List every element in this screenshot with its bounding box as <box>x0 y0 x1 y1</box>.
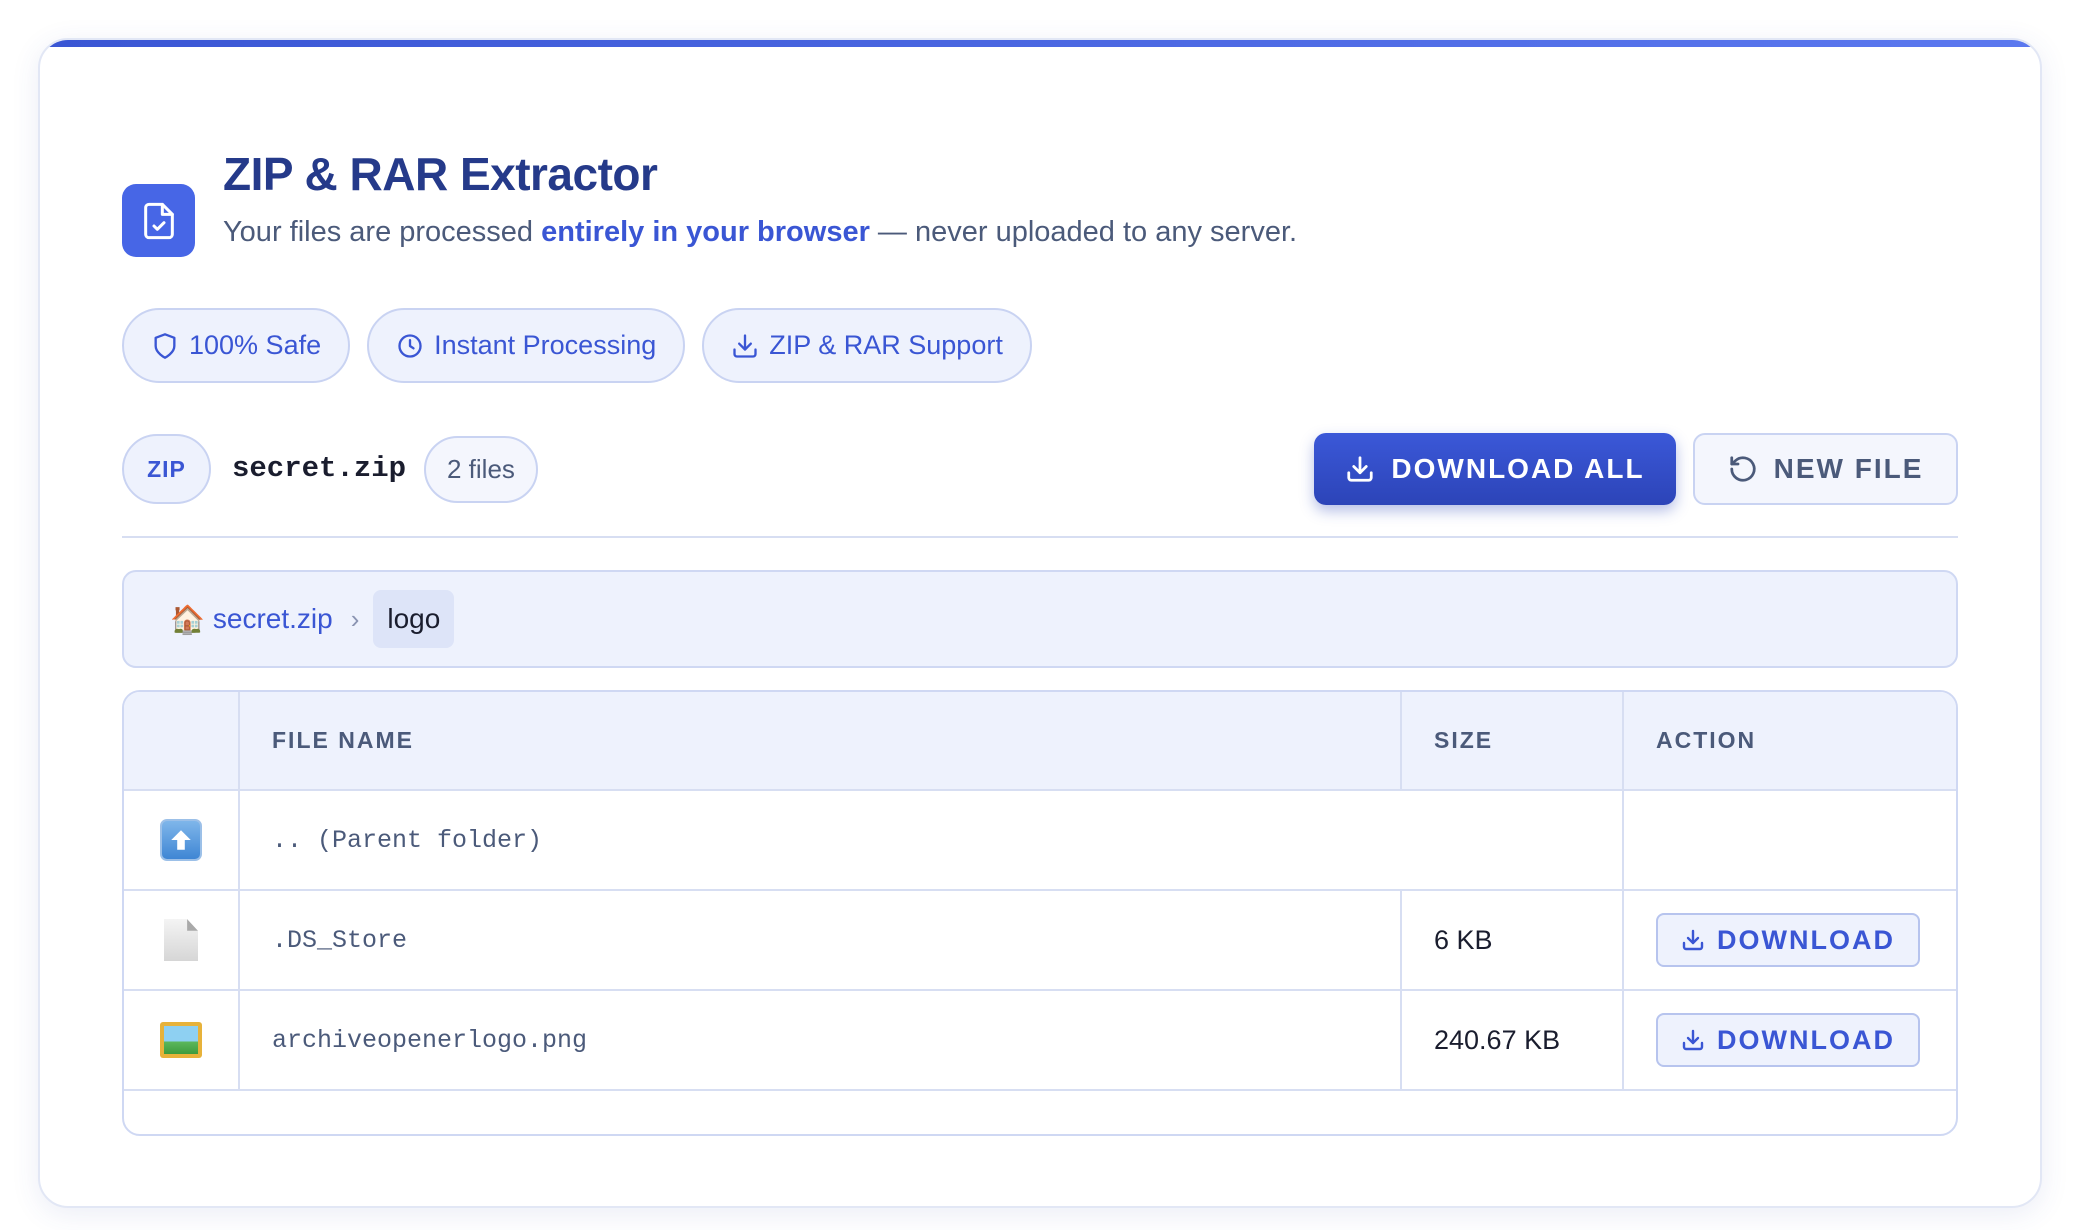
breadcrumb-current: logo <box>373 590 455 648</box>
file-size: 6 KB <box>1400 889 1624 991</box>
download-all-label: DOWNLOAD ALL <box>1391 453 1645 484</box>
arrow-up-icon <box>160 819 202 861</box>
new-file-label: NEW FILE <box>1773 453 1924 484</box>
download-button[interactable]: DOWNLOAD <box>1656 1013 1920 1067</box>
file-table-container: FILE NAME SIZE ACTION .. (Parent folder) <box>122 690 1958 1136</box>
document-icon <box>164 919 198 961</box>
badge-label: ZIP & RAR Support <box>769 330 1003 360</box>
download-button[interactable]: DOWNLOAD <box>1656 913 1920 967</box>
extractor-card: ZIP & RAR Extractor Your files are proce… <box>38 38 2042 1208</box>
download-icon <box>1682 1029 1704 1051</box>
download-label: DOWNLOAD <box>1717 1024 1895 1055</box>
parent-folder-label: .. (Parent folder) <box>238 789 1624 891</box>
column-header-name: FILE NAME <box>238 692 1402 791</box>
shield-icon <box>154 332 176 359</box>
badge-label: 100% Safe <box>189 330 322 360</box>
reset-icon <box>1729 456 1756 482</box>
subtitle-text-start: Your files are processed <box>223 216 542 248</box>
badge-safe: 100% Safe <box>122 308 351 383</box>
download-label: DOWNLOAD <box>1717 924 1895 955</box>
column-header-action: ACTION <box>1622 692 1956 791</box>
feature-badges: 100% Safe Instant Processing ZIP & RAR S… <box>122 308 1032 383</box>
table-row: archiveopenerlogo.png 240.67 KB DOWNLOAD <box>124 989 1956 1091</box>
file-size: 240.67 KB <box>1400 989 1624 1091</box>
file-table: FILE NAME SIZE ACTION .. (Parent folder) <box>124 692 1956 1091</box>
file-count-badge: 2 files <box>424 436 538 503</box>
badge-label: Instant Processing <box>434 330 657 360</box>
column-header-size: SIZE <box>1400 692 1624 791</box>
chevron-right-icon: › <box>350 603 360 634</box>
clock-icon <box>398 333 422 358</box>
breadcrumb-root-label: secret.zip <box>212 603 333 634</box>
breadcrumb-root[interactable]: 🏠 secret.zip <box>170 603 333 636</box>
parent-folder-row[interactable]: .. (Parent folder) <box>124 789 1956 891</box>
download-all-button[interactable]: DOWNLOAD ALL <box>1314 433 1676 505</box>
section-divider <box>122 536 1958 538</box>
header: ZIP & RAR Extractor Your files are proce… <box>122 146 1297 257</box>
table-header-row: FILE NAME SIZE ACTION <box>124 692 1956 791</box>
subtitle-text-end: — never uploaded to any server. <box>869 216 1298 248</box>
badge-instant: Instant Processing <box>367 308 686 383</box>
badge-support: ZIP & RAR Support <box>702 308 1032 383</box>
file-name: archiveopenerlogo.png <box>238 989 1402 1091</box>
subtitle-emphasis: entirely in your browser <box>541 216 870 248</box>
archive-type-badge: ZIP <box>122 434 211 504</box>
home-icon: 🏠 <box>170 603 205 635</box>
table-row: .DS_Store 6 KB DOWNLOAD <box>124 889 1956 991</box>
icon-column-header <box>124 692 240 791</box>
app-title: ZIP & RAR Extractor <box>223 148 658 200</box>
download-icon <box>1682 929 1704 951</box>
download-icon <box>1347 456 1374 482</box>
app-subtitle: Your files are processed entirely in you… <box>223 212 1297 252</box>
download-icon <box>733 333 757 358</box>
image-icon <box>160 1022 202 1058</box>
archive-name: secret.zip <box>232 452 407 485</box>
new-file-button[interactable]: NEW FILE <box>1693 433 1958 505</box>
breadcrumb: 🏠 secret.zip › logo <box>122 570 1958 668</box>
file-name: .DS_Store <box>238 889 1402 991</box>
file-check-icon <box>122 184 195 257</box>
card-accent-bar <box>40 40 2040 47</box>
archive-bar: ZIP secret.zip 2 files DOWNLOAD ALL NEW … <box>122 433 1958 505</box>
